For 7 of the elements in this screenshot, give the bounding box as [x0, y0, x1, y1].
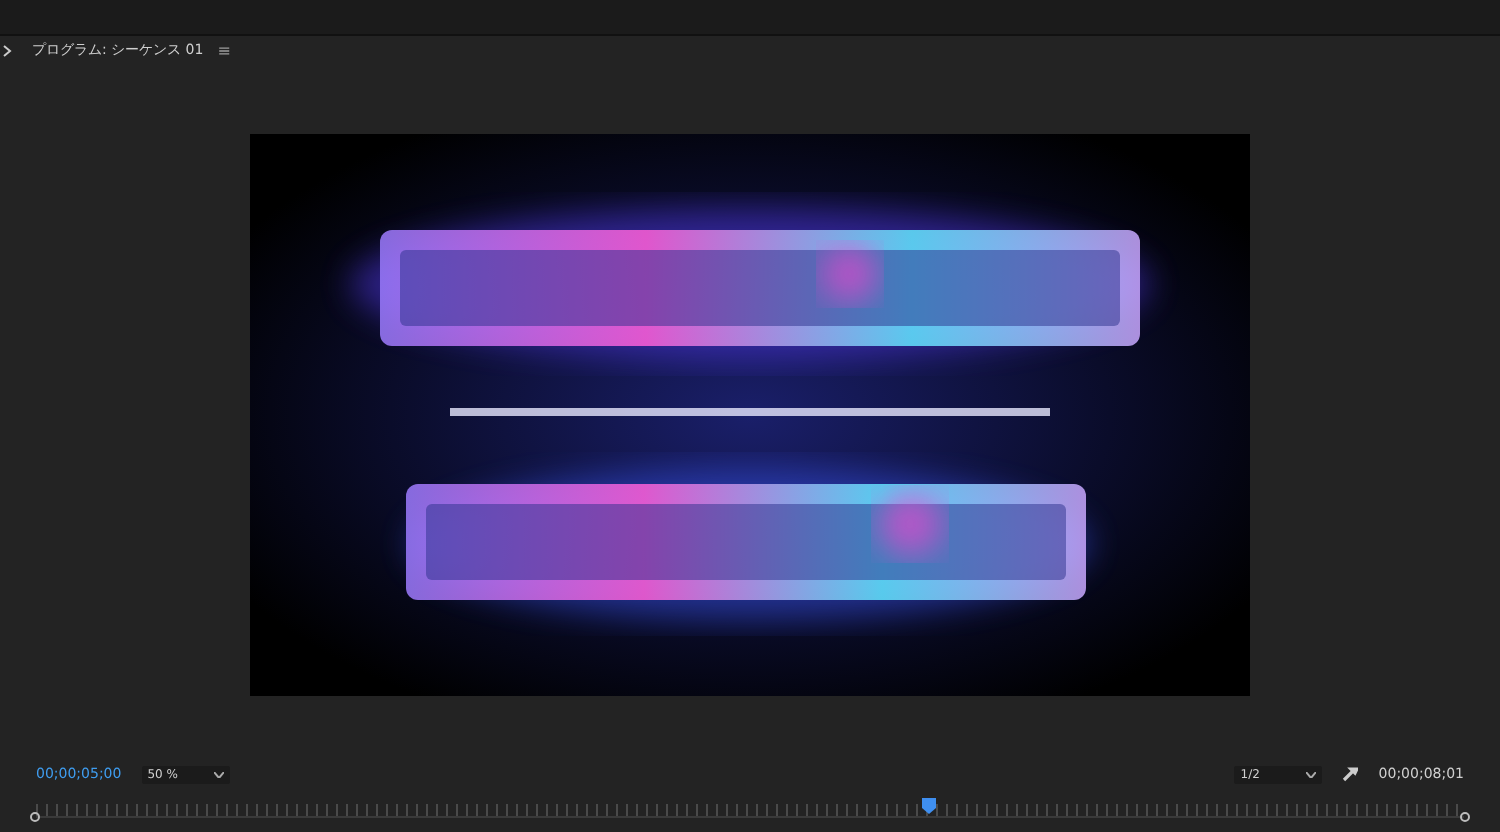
- chevron-icon: [1306, 771, 1317, 777]
- menu-icon[interactable]: ≡: [217, 41, 231, 59]
- out-point-handle[interactable]: [1460, 812, 1470, 822]
- playhead-handle[interactable]: [921, 798, 936, 814]
- in-point-handle[interactable]: [30, 812, 40, 822]
- chevron-icon: [213, 771, 224, 777]
- expand-icon[interactable]: [2, 43, 12, 57]
